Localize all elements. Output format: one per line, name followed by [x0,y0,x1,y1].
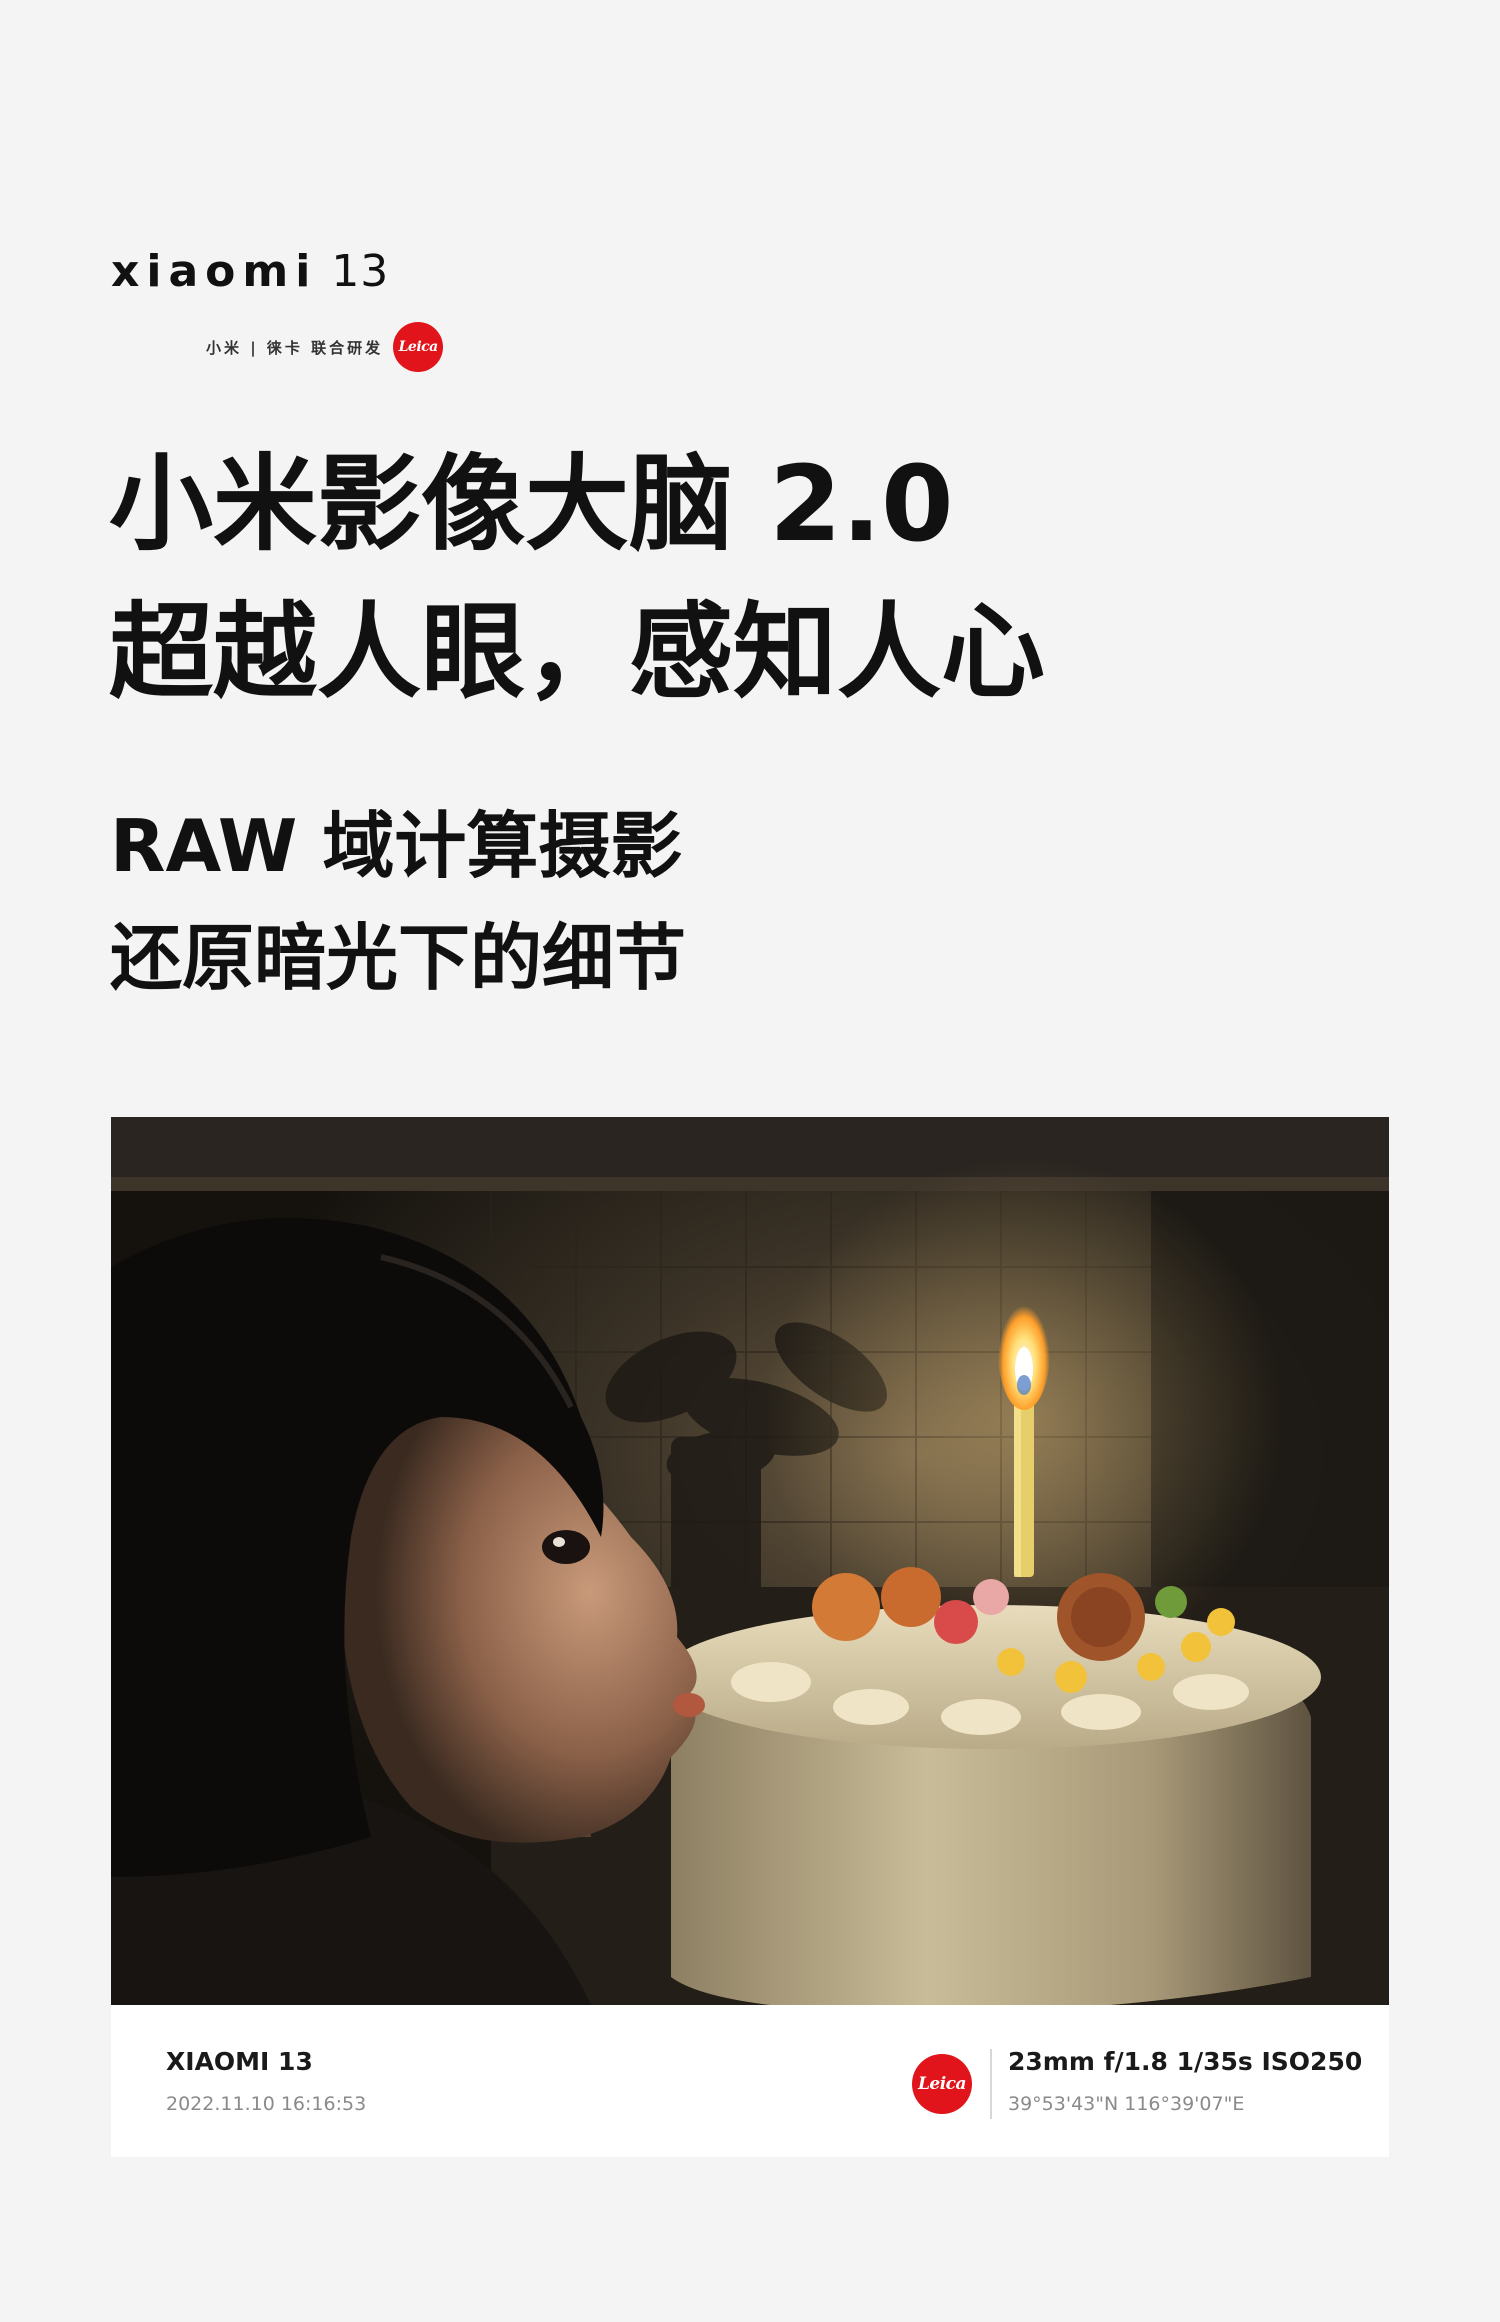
brand-name: XIAOMI [111,246,318,297]
headline-line-1: 小米影像大脑 2.0 [109,443,954,565]
brand-model: 13 [331,246,390,297]
camera-info-strip: XIAOMI 13 2022.11.10 16:16:53 Leica 23mm… [111,2005,1389,2157]
sample-photo [111,1117,1389,2005]
leica-logo: Leica [393,322,444,372]
brand-tagline: 小米 | 徕卡 联合研发 [206,338,384,357]
divider [990,2049,992,2119]
headline: 小米影像大脑 2.0 超越人眼，感知人心 [109,430,1045,726]
subhead-line-1: RAW 域计算摄影 [110,804,683,888]
leica-logo-text: Leica [917,2074,967,2094]
headline-line-2: 超越人眼，感知人心 [109,591,1046,713]
brand-subline: 小米 | 徕卡 联合研发 Leica [206,322,444,372]
brand-title: XIAOMI 13 [111,250,389,294]
subhead: RAW 域计算摄影 还原暗光下的细节 [110,790,686,1014]
exif-settings: 23mm f/1.8 1/35s ISO250 [1008,2047,1363,2076]
gps-coordinates: 39°53'43"N 116°39'07"E [1008,2093,1245,2115]
leica-logo-text: Leica [398,339,439,355]
subhead-line-2: 还原暗光下的细节 [110,916,687,1000]
camera-model: XIAOMI 13 [166,2047,313,2076]
brand-header: XIAOMI 13 小米 | 徕卡 联合研发 Leica [111,250,444,372]
leica-logo: Leica [912,2054,972,2114]
photo-illustration [111,1117,1389,2005]
capture-datetime: 2022.11.10 16:16:53 [166,2093,367,2115]
